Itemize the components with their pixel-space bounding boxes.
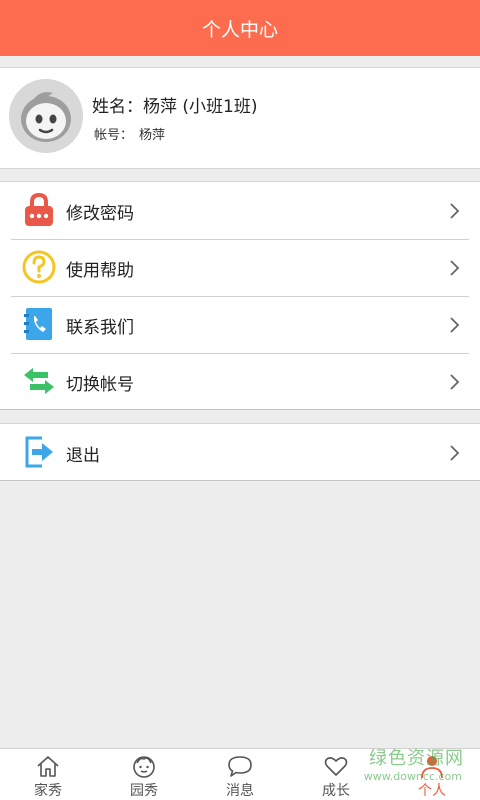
menu-item-logout[interactable]: 退出 — [0, 424, 480, 481]
tab-messages[interactable]: 消息 — [192, 749, 288, 800]
tab-home[interactable]: 家秀 — [0, 749, 96, 800]
chevron-right-icon — [450, 203, 460, 219]
avatar[interactable] — [9, 79, 83, 153]
logout-icon — [25, 436, 53, 468]
help-icon — [22, 250, 56, 284]
cartoon-avatar-icon — [9, 79, 83, 153]
menu-item-label: 修改密码 — [66, 204, 134, 224]
menu-item-label: 切换帐号 — [66, 375, 134, 395]
name-value: 杨萍 (小班1班) — [143, 97, 258, 117]
menu-item-label: 使用帮助 — [66, 261, 134, 281]
account-label: 帐号： — [94, 128, 134, 143]
menu-item-change-password[interactable]: 修改密码 — [0, 182, 480, 239]
tab-school[interactable]: 园秀 — [96, 749, 192, 800]
top-bar: 个人中心 — [0, 0, 480, 56]
lock-icon — [25, 192, 53, 226]
watermark: 绿色资源网 www.downcc.com — [344, 744, 464, 790]
chevron-right-icon — [450, 317, 460, 333]
watermark-text: 绿色资源网 — [369, 748, 464, 769]
home-icon — [37, 756, 59, 777]
account-value: 杨萍 — [139, 128, 166, 143]
chevron-right-icon — [450, 374, 460, 390]
menu-item-label: 退出 — [66, 446, 100, 466]
profile-card[interactable]: 姓名：杨萍 (小班1班) 帐号： 杨萍 — [0, 67, 480, 169]
tab-label: 家秀 — [34, 783, 62, 799]
chevron-right-icon — [450, 260, 460, 276]
profile-name: 姓名：杨萍 (小班1班) — [92, 92, 257, 117]
tab-label: 园秀 — [130, 783, 158, 799]
chevron-right-icon — [450, 445, 460, 461]
tab-label: 消息 — [226, 783, 254, 799]
page-title: 个人中心 — [201, 18, 278, 41]
menu-item-contact-us[interactable]: 联系我们 — [0, 296, 480, 353]
exit-menu: 退出 — [0, 423, 480, 481]
menu-item-label: 联系我们 — [66, 318, 134, 338]
settings-menu: 修改密码 使用帮助 联系我们 切换帐号 — [0, 181, 480, 410]
menu-item-switch-account[interactable]: 切换帐号 — [0, 353, 480, 410]
switch-arrows-icon — [24, 368, 54, 394]
kid-face-icon — [133, 756, 155, 778]
name-label: 姓名： — [92, 97, 143, 117]
watermark-url: www.downcc.com — [363, 770, 462, 783]
chat-bubble-icon — [228, 756, 252, 777]
phone-book-icon — [24, 308, 52, 340]
profile-account: 帐号： 杨萍 — [94, 124, 165, 143]
menu-item-help[interactable]: 使用帮助 — [0, 239, 480, 296]
